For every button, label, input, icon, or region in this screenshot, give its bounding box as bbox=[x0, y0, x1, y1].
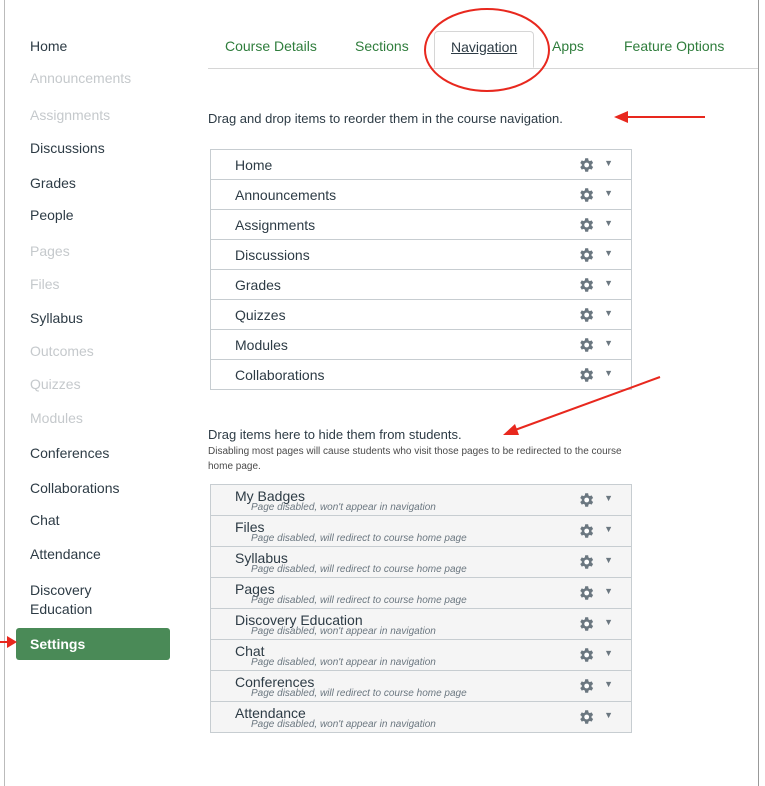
caret-down-icon[interactable]: ▼ bbox=[604, 248, 613, 258]
gear-icon[interactable] bbox=[577, 366, 595, 384]
disabled-nav-row[interactable]: My Badges Page disabled, won't appear in … bbox=[211, 485, 631, 516]
sidebar-item-outcomes[interactable]: Outcomes bbox=[30, 341, 94, 361]
disabled-nav-row-status: Page disabled, won't appear in navigatio… bbox=[251, 502, 436, 513]
sidebar-item-conferences[interactable]: Conferences bbox=[30, 443, 109, 463]
nav-row-label: Assignments bbox=[235, 217, 316, 233]
gear-icon[interactable] bbox=[577, 216, 595, 234]
sidebar-item-people[interactable]: People bbox=[30, 205, 74, 225]
sidebar-item-grades[interactable]: Grades bbox=[30, 173, 76, 193]
nav-row-label: Discussions bbox=[235, 247, 310, 263]
disabled-nav-list: My Badges Page disabled, won't appear in … bbox=[210, 484, 632, 733]
enabled-nav-list: Home ▼ Announcements ▼ Assignments ▼ Discussio… bbox=[210, 149, 632, 390]
reorder-instruction: Drag and drop items to reorder them in t… bbox=[208, 111, 563, 126]
sidebar-item-discussions[interactable]: Discussions bbox=[30, 138, 105, 158]
disabled-nav-row[interactable]: Syllabus Page disabled, will redirect to … bbox=[211, 547, 631, 578]
caret-down-icon[interactable]: ▼ bbox=[604, 338, 613, 348]
sidebar-item-home[interactable]: Home bbox=[30, 36, 67, 56]
gear-icon[interactable] bbox=[577, 336, 595, 354]
nav-row[interactable]: Collaborations ▼ bbox=[211, 360, 631, 390]
disabled-nav-row-status: Page disabled, won't appear in navigatio… bbox=[251, 626, 436, 637]
disabled-nav-row[interactable]: Conferences Page disabled, will redirect … bbox=[211, 671, 631, 702]
sidebar-item-collaborations[interactable]: Collaborations bbox=[30, 478, 120, 498]
nav-row[interactable]: Modules ▼ bbox=[211, 330, 631, 360]
nav-row[interactable]: Grades ▼ bbox=[211, 270, 631, 300]
sidebar-item-chat[interactable]: Chat bbox=[30, 510, 60, 530]
sidebar-item-syllabus[interactable]: Syllabus bbox=[30, 308, 83, 328]
disabled-nav-row-status: Page disabled, will redirect to course h… bbox=[251, 595, 467, 606]
gear-icon[interactable] bbox=[577, 553, 595, 571]
gear-icon[interactable] bbox=[577, 646, 595, 664]
tab-course-details[interactable]: Course Details bbox=[225, 38, 317, 54]
gear-icon[interactable] bbox=[577, 246, 595, 264]
disabled-nav-row-status: Page disabled, will redirect to course h… bbox=[251, 533, 467, 544]
gear-icon[interactable] bbox=[577, 615, 595, 633]
gear-icon[interactable] bbox=[577, 306, 595, 324]
tab-apps[interactable]: Apps bbox=[552, 38, 584, 54]
disabled-nav-row[interactable]: Chat Page disabled, won't appear in navig… bbox=[211, 640, 631, 671]
sidebar-item-discovery-education-line2[interactable]: Education bbox=[30, 599, 92, 619]
annotation-arrow-settings bbox=[0, 636, 17, 648]
settings-tabs: Course Details Sections Navigation Apps … bbox=[208, 28, 758, 69]
window-border-right bbox=[758, 0, 759, 786]
caret-down-icon[interactable]: ▼ bbox=[604, 158, 613, 168]
gear-icon[interactable] bbox=[577, 677, 595, 695]
sidebar-item-announcements[interactable]: Announcements bbox=[30, 68, 131, 88]
sidebar-item-files[interactable]: Files bbox=[30, 274, 60, 294]
caret-down-icon[interactable]: ▼ bbox=[604, 368, 613, 378]
caret-down-icon[interactable]: ▼ bbox=[604, 648, 613, 658]
nav-row[interactable]: Assignments ▼ bbox=[211, 210, 631, 240]
nav-row-label: Modules bbox=[235, 337, 288, 353]
disabled-nav-row-status: Page disabled, won't appear in navigatio… bbox=[251, 719, 436, 730]
nav-row-label: Collaborations bbox=[235, 367, 325, 383]
nav-row[interactable]: Discussions ▼ bbox=[211, 240, 631, 270]
gear-icon[interactable] bbox=[577, 491, 595, 509]
nav-row-label: Quizzes bbox=[235, 307, 286, 323]
nav-row-label: Announcements bbox=[235, 187, 337, 203]
nav-row[interactable]: Quizzes ▼ bbox=[211, 300, 631, 330]
disabled-nav-row-status: Page disabled, won't appear in navigatio… bbox=[251, 657, 436, 668]
tab-navigation[interactable]: Navigation bbox=[434, 31, 535, 68]
gear-icon[interactable] bbox=[577, 584, 595, 602]
caret-down-icon[interactable]: ▼ bbox=[604, 524, 613, 534]
caret-down-icon[interactable]: ▼ bbox=[604, 586, 613, 596]
hide-note: Disabling most pages will cause students… bbox=[208, 446, 622, 472]
sidebar-item-attendance[interactable]: Attendance bbox=[30, 544, 101, 564]
tab-feature-options[interactable]: Feature Options bbox=[624, 38, 724, 54]
nav-row-label: Home bbox=[235, 157, 273, 173]
window-border-left bbox=[4, 0, 5, 786]
sidebar-item-modules[interactable]: Modules bbox=[30, 408, 83, 428]
nav-row-label: Grades bbox=[235, 277, 281, 293]
caret-down-icon[interactable]: ▼ bbox=[604, 218, 613, 228]
disabled-nav-row[interactable]: Attendance Page disabled, won't appear in… bbox=[211, 702, 631, 733]
sidebar-item-quizzes[interactable]: Quizzes bbox=[30, 374, 81, 394]
disabled-nav-row[interactable]: Pages Page disabled, will redirect to cou… bbox=[211, 578, 631, 609]
sidebar-item-pages[interactable]: Pages bbox=[30, 241, 70, 261]
caret-down-icon[interactable]: ▼ bbox=[604, 308, 613, 318]
caret-down-icon[interactable]: ▼ bbox=[604, 493, 613, 503]
caret-down-icon[interactable]: ▼ bbox=[604, 617, 613, 627]
disabled-nav-row[interactable]: Discovery Education Page disabled, won't … bbox=[211, 609, 631, 640]
caret-down-icon[interactable]: ▼ bbox=[604, 188, 613, 198]
sidebar-item-settings[interactable]: Settings bbox=[16, 628, 170, 660]
annotation-arrow-reorder bbox=[614, 111, 705, 123]
caret-down-icon[interactable]: ▼ bbox=[604, 278, 613, 288]
sidebar-item-discovery-education-line1[interactable]: Discovery bbox=[30, 580, 91, 600]
gear-icon[interactable] bbox=[577, 156, 595, 174]
disabled-nav-row[interactable]: Files Page disabled, will redirect to cou… bbox=[211, 516, 631, 547]
disabled-nav-row-status: Page disabled, will redirect to course h… bbox=[251, 564, 467, 575]
caret-down-icon[interactable]: ▼ bbox=[604, 710, 613, 720]
gear-icon[interactable] bbox=[577, 708, 595, 726]
nav-row[interactable]: Announcements ▼ bbox=[211, 180, 631, 210]
gear-icon[interactable] bbox=[577, 186, 595, 204]
hide-instruction: Drag items here to hide them from studen… bbox=[208, 427, 462, 442]
caret-down-icon[interactable]: ▼ bbox=[604, 555, 613, 565]
tab-sections[interactable]: Sections bbox=[355, 38, 409, 54]
gear-icon[interactable] bbox=[577, 522, 595, 540]
sidebar-item-assignments[interactable]: Assignments bbox=[30, 105, 110, 125]
disabled-nav-row-status: Page disabled, will redirect to course h… bbox=[251, 688, 467, 699]
caret-down-icon[interactable]: ▼ bbox=[604, 679, 613, 689]
gear-icon[interactable] bbox=[577, 276, 595, 294]
nav-row[interactable]: Home ▼ bbox=[211, 150, 631, 180]
